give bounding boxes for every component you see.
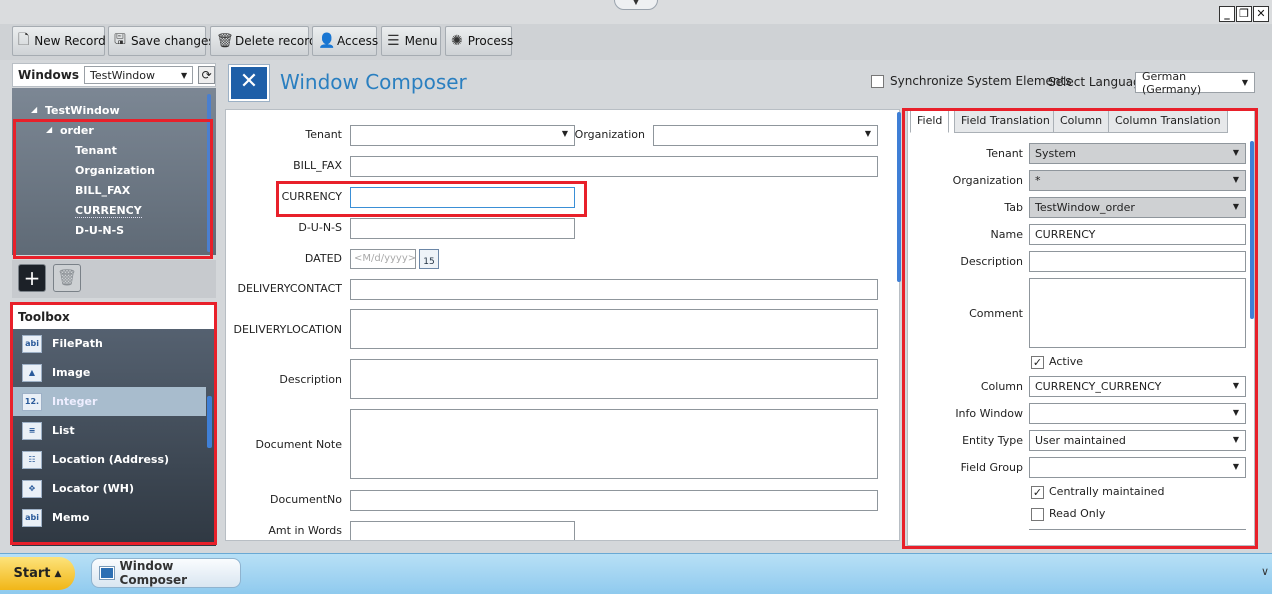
access-button[interactable]: 👤 Access bbox=[312, 26, 379, 56]
pull-down-handle-icon[interactable]: ▼ bbox=[614, 0, 658, 10]
amt-in-words-label: Amt in Words bbox=[268, 524, 342, 537]
language-select[interactable]: German (Germany) ▼ bbox=[1135, 69, 1255, 96]
save-changes-button[interactable]: 🖫 Save changes bbox=[108, 26, 215, 56]
tree-tools: + 🗑 bbox=[12, 260, 216, 298]
delivery-location-input[interactable] bbox=[350, 309, 878, 349]
dated-input[interactable]: <M/d/yyyy> bbox=[350, 249, 416, 269]
description-label: Description bbox=[279, 373, 342, 386]
menu-button[interactable]: ☰ Menu bbox=[381, 26, 441, 56]
restore-icon[interactable]: ❐ bbox=[1236, 6, 1252, 22]
start-label: Start bbox=[13, 566, 51, 581]
chevron-down-icon: ▼ bbox=[181, 70, 188, 80]
delivery-location-label: DELIVERYLOCATION bbox=[233, 323, 342, 336]
menu-label: Menu bbox=[404, 34, 438, 48]
highlight-box bbox=[13, 119, 213, 259]
dated-label: DATED bbox=[304, 252, 342, 265]
window-icon bbox=[99, 566, 115, 580]
language-value: German (Germany) bbox=[1142, 69, 1202, 96]
delete-record-button[interactable]: 🗑 Delete record bbox=[210, 26, 317, 56]
language-label: Select Language bbox=[1048, 75, 1149, 89]
page-title: Window Composer bbox=[280, 70, 467, 94]
process-label: Process bbox=[467, 34, 514, 48]
users-icon: 👤 bbox=[318, 33, 336, 49]
sync-label: Synchronize System Elements bbox=[890, 74, 1072, 88]
document-note-input[interactable] bbox=[350, 409, 878, 479]
windows-label: Windows bbox=[18, 68, 79, 82]
organization-select[interactable] bbox=[653, 125, 878, 146]
close-icon[interactable]: ✕ bbox=[1253, 6, 1269, 22]
save-changes-label: Save changes bbox=[130, 34, 215, 48]
highlight-box bbox=[902, 108, 1258, 549]
access-label: Access bbox=[337, 34, 379, 48]
new-record-label: New Record bbox=[34, 34, 106, 48]
window-composer-icon: ✕ bbox=[228, 64, 270, 102]
document-note-label: Document Note bbox=[255, 438, 342, 451]
delivery-contact-input[interactable] bbox=[350, 279, 878, 300]
document-no-label: DocumentNo bbox=[270, 493, 342, 506]
bill-fax-label: BILL_FAX bbox=[293, 159, 342, 172]
document-no-input[interactable] bbox=[350, 490, 878, 511]
bill-fax-input[interactable] bbox=[350, 156, 878, 177]
new-record-icon: 🗋 bbox=[18, 32, 30, 48]
amt-in-words-input[interactable] bbox=[350, 521, 575, 540]
taskbar-window-label: Window Composer bbox=[119, 559, 188, 587]
duns-input[interactable] bbox=[350, 218, 575, 239]
trash-icon: 🗑 bbox=[216, 33, 234, 49]
minimize-icon[interactable]: _ bbox=[1219, 6, 1235, 22]
start-button[interactable]: Start ▲ bbox=[0, 557, 75, 590]
refresh-icon[interactable]: ⟳ bbox=[198, 66, 215, 84]
chevron-down-icon: ▼ bbox=[1241, 78, 1248, 87]
tree-node-root[interactable]: TestWindow bbox=[45, 104, 120, 117]
highlight-box bbox=[276, 181, 587, 217]
process-icon: ✺ bbox=[451, 33, 463, 49]
windows-selector-bar: Windows TestWindow ▼ ⟳ bbox=[12, 63, 216, 87]
organization-label: Organization bbox=[574, 128, 645, 141]
delivery-contact-label: DELIVERYCONTACT bbox=[237, 282, 343, 295]
highlight-box bbox=[10, 302, 217, 545]
new-record-button[interactable]: 🗋 New Record bbox=[12, 26, 106, 56]
menu-icon: ☰ bbox=[387, 33, 400, 49]
windows-dropdown[interactable]: TestWindow ▼ bbox=[83, 66, 194, 84]
process-button[interactable]: ✺ Process bbox=[445, 26, 514, 56]
form-preview-panel: Tenant Organization BILL_FAX CURRENCY D-… bbox=[225, 109, 900, 541]
add-icon[interactable]: + bbox=[18, 264, 46, 292]
trash-icon[interactable]: 🗑 bbox=[53, 264, 81, 292]
sync-checkbox[interactable] bbox=[871, 75, 884, 88]
save-icon: 🖫 bbox=[114, 32, 126, 48]
triangle-up-icon: ▲ bbox=[54, 568, 62, 579]
taskbar-expand-icon[interactable]: ∨ bbox=[1261, 565, 1269, 578]
taskbar-window-composer[interactable]: Window Composer bbox=[91, 558, 241, 588]
calendar-icon[interactable]: 15 bbox=[419, 249, 439, 269]
delete-record-label: Delete record bbox=[235, 34, 317, 48]
description-input[interactable] bbox=[350, 359, 878, 399]
duns-label: D-U-N-S bbox=[298, 221, 342, 234]
windows-dropdown-value: TestWindow bbox=[89, 68, 156, 82]
expand-triangle-icon[interactable]: ◢ bbox=[31, 105, 37, 114]
